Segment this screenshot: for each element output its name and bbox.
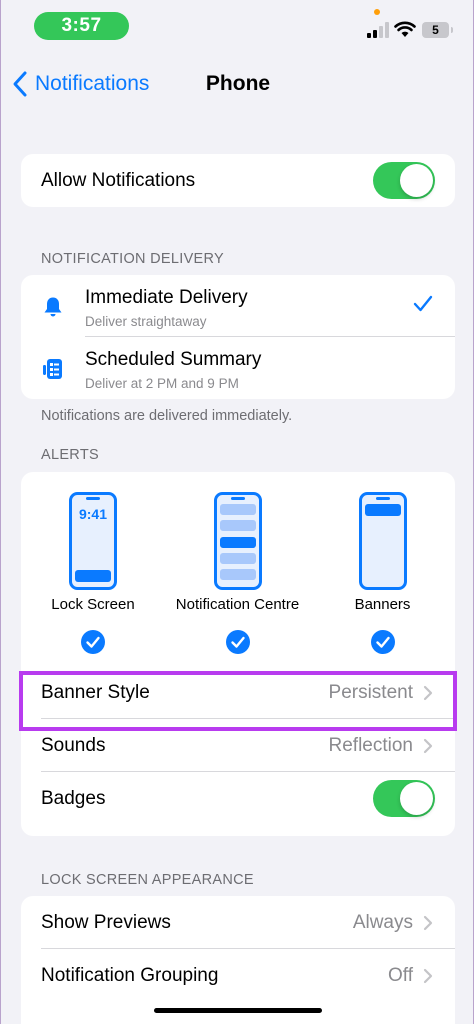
checkmark-circle-icon[interactable] xyxy=(225,630,250,654)
status-bar: 3:57 5 xyxy=(1,0,473,52)
allow-notifications-label: Allow Notifications xyxy=(41,169,196,191)
lock-screen-preview-time: 9:41 xyxy=(78,506,108,522)
sounds-row[interactable]: Sounds Reflection xyxy=(21,719,455,772)
privacy-indicator-dot xyxy=(374,9,380,15)
show-previews-row[interactable]: Show Previews Always xyxy=(21,896,455,949)
alert-style-lock-screen[interactable]: 9:41 Lock Screen xyxy=(21,492,165,654)
alert-style-label: Notification Centre xyxy=(175,596,300,613)
home-indicator[interactable] xyxy=(154,1008,322,1013)
delivery-option-title: Scheduled Summary xyxy=(85,349,262,370)
badges-toggle[interactable] xyxy=(373,780,435,817)
checkmark-icon xyxy=(413,295,433,312)
toggle-knob xyxy=(400,164,433,197)
alert-styles: 9:41 Lock Screen Notification Centre Ban… xyxy=(21,472,455,666)
delivery-option-scheduled[interactable]: Scheduled Summary Deliver at 2 PM and 9 … xyxy=(21,337,455,399)
lock-screen-group: Show Previews Always Notification Groupi… xyxy=(21,896,455,1024)
cellular-signal-icon xyxy=(367,22,389,38)
badges-row: Badges xyxy=(21,772,455,825)
banner-style-row[interactable]: Banner Style Persistent xyxy=(21,666,455,719)
wifi-icon xyxy=(394,21,416,37)
section-header-alerts: ALERTS xyxy=(41,447,99,463)
notification-centre-preview-icon xyxy=(213,492,262,590)
notification-grouping-row[interactable]: Notification Grouping Off xyxy=(21,949,455,1002)
notification-grouping-label: Notification Grouping xyxy=(41,964,219,986)
show-previews-value: Always xyxy=(352,911,413,933)
status-time[interactable]: 3:57 xyxy=(34,12,129,40)
alerts-group: 9:41 Lock Screen Notification Centre Ban… xyxy=(21,472,455,836)
sounds-value: Reflection xyxy=(328,734,414,756)
page-title: Phone xyxy=(205,72,271,95)
alert-style-label: Lock Screen xyxy=(51,596,135,613)
delivery-group: Immediate Delivery Deliver straightaway … xyxy=(21,275,455,399)
banner-style-label: Banner Style xyxy=(41,681,150,703)
battery-indicator: 5 xyxy=(422,22,453,38)
chevron-right-icon xyxy=(423,915,433,930)
sounds-label: Sounds xyxy=(41,734,106,756)
section-header-lock-screen: LOCK SCREEN APPEARANCE xyxy=(41,872,254,888)
chevron-right-icon xyxy=(423,685,433,700)
delivery-option-subtitle: Deliver straightaway xyxy=(85,314,207,329)
allow-notifications-row: Allow Notifications xyxy=(21,154,455,207)
delivery-option-subtitle: Deliver at 2 PM and 9 PM xyxy=(85,376,239,391)
section-header-delivery: NOTIFICATION DELIVERY xyxy=(41,251,225,267)
delivery-option-immediate[interactable]: Immediate Delivery Deliver straightaway xyxy=(21,275,455,337)
banners-preview-icon xyxy=(358,492,407,590)
checkmark-circle-icon[interactable] xyxy=(81,630,105,654)
delivery-option-title: Immediate Delivery xyxy=(85,287,248,308)
badges-label: Badges xyxy=(41,787,106,809)
alert-style-label: Banners xyxy=(354,596,411,613)
bell-icon xyxy=(44,297,62,317)
chevron-right-icon xyxy=(423,968,433,983)
allow-notifications-group: Allow Notifications xyxy=(21,154,455,207)
chevron-right-icon xyxy=(423,738,433,753)
show-previews-label: Show Previews xyxy=(41,911,171,933)
allow-notifications-toggle[interactable] xyxy=(373,162,435,199)
banner-style-value: Persistent xyxy=(328,681,413,703)
toggle-knob xyxy=(400,782,433,815)
delivery-footer: Notifications are delivered immediately. xyxy=(41,408,293,424)
summary-icon xyxy=(43,359,62,379)
alert-style-notification-centre[interactable]: Notification Centre xyxy=(165,492,310,654)
alert-style-banners[interactable]: Banners xyxy=(310,492,455,654)
notification-grouping-value: Off xyxy=(388,964,413,986)
checkmark-circle-icon[interactable] xyxy=(370,630,395,654)
